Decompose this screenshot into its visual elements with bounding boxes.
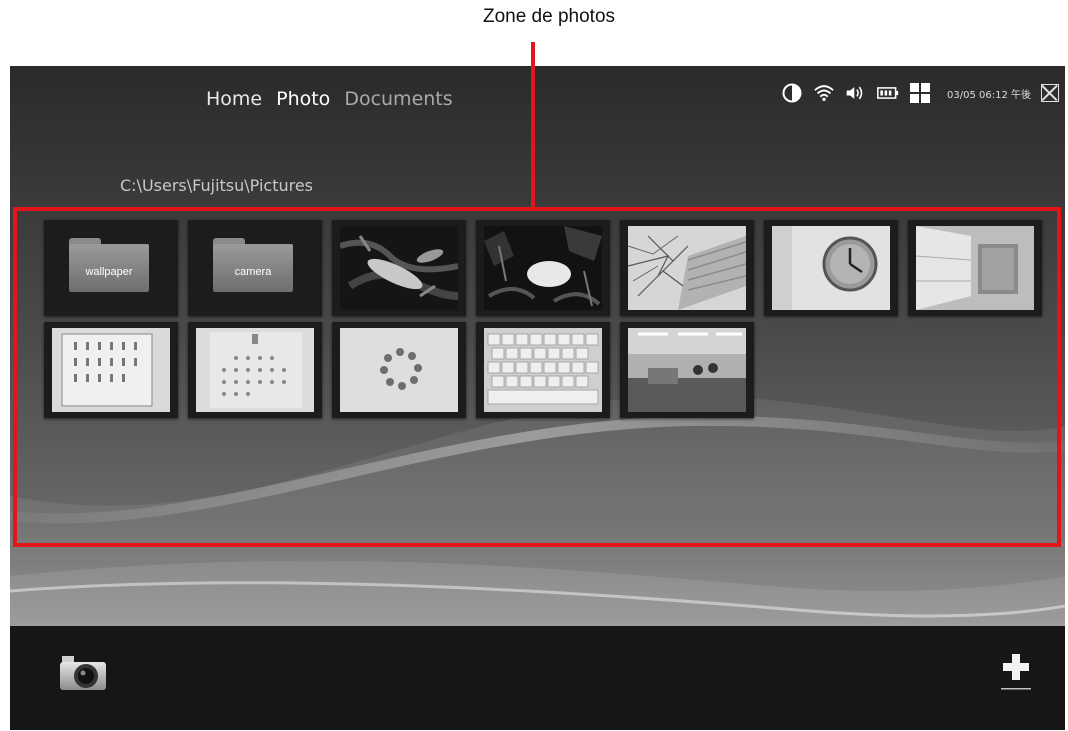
tree-building-photo <box>628 226 746 310</box>
app-screen: Home Photo Documents 03/05 06:12 午後 C:\U… <box>10 66 1065 730</box>
nav-home[interactable]: Home <box>206 88 262 110</box>
close-icon[interactable] <box>1041 84 1059 102</box>
status-bar: 03/05 06:12 午後 <box>781 82 1059 104</box>
koi-fish-photo <box>340 226 458 310</box>
contrast-icon[interactable] <box>781 82 803 104</box>
wifi-icon[interactable] <box>813 82 835 104</box>
grid-icon[interactable] <box>909 82 931 104</box>
photo-thumbnail[interactable] <box>908 220 1042 316</box>
circle-dots-photo <box>340 328 458 412</box>
datetime: 03/05 06:12 午後 <box>947 89 1031 101</box>
folder-label: wallpaper <box>85 266 133 278</box>
photo-thumbnail[interactable] <box>332 220 466 316</box>
photo-thumbnail[interactable] <box>476 322 610 418</box>
keyboard-photo <box>484 328 602 412</box>
photo-thumbnail[interactable] <box>332 322 466 418</box>
photo-thumbnail[interactable] <box>764 220 898 316</box>
office-room-photo <box>628 328 746 412</box>
callout-label: Zone de photos <box>482 6 616 27</box>
folder-label: camera <box>234 266 272 278</box>
folder-path: C:\Users\Fujitsu\Pictures <box>120 176 314 195</box>
top-nav: Home Photo Documents <box>206 88 453 110</box>
window-room-photo <box>916 226 1034 310</box>
plus-icon[interactable] <box>997 648 1035 698</box>
photo-thumbnail[interactable] <box>620 322 754 418</box>
callout-line <box>531 42 535 210</box>
camera-icon[interactable] <box>58 654 108 694</box>
folder-tile-camera[interactable]: camera <box>188 220 322 316</box>
wall-clock-photo <box>772 226 890 310</box>
wall-calendar-photo <box>52 328 170 412</box>
nav-documents[interactable]: Documents <box>344 88 452 110</box>
folder-icon: wallpaper <box>69 238 149 292</box>
white-koi-photo <box>484 226 602 310</box>
photo-thumbnail[interactable] <box>620 220 754 316</box>
folder-tile-wallpaper[interactable]: wallpaper <box>44 220 178 316</box>
volume-icon[interactable] <box>845 82 867 104</box>
calendar-page-photo <box>196 328 314 412</box>
bottom-bar <box>10 626 1065 730</box>
photo-thumbnail[interactable] <box>188 322 322 418</box>
folder-icon: camera <box>213 238 293 292</box>
photo-thumbnail[interactable] <box>476 220 610 316</box>
nav-photo[interactable]: Photo <box>276 88 330 110</box>
battery-icon[interactable] <box>877 82 899 104</box>
photo-thumbnail[interactable] <box>44 322 178 418</box>
